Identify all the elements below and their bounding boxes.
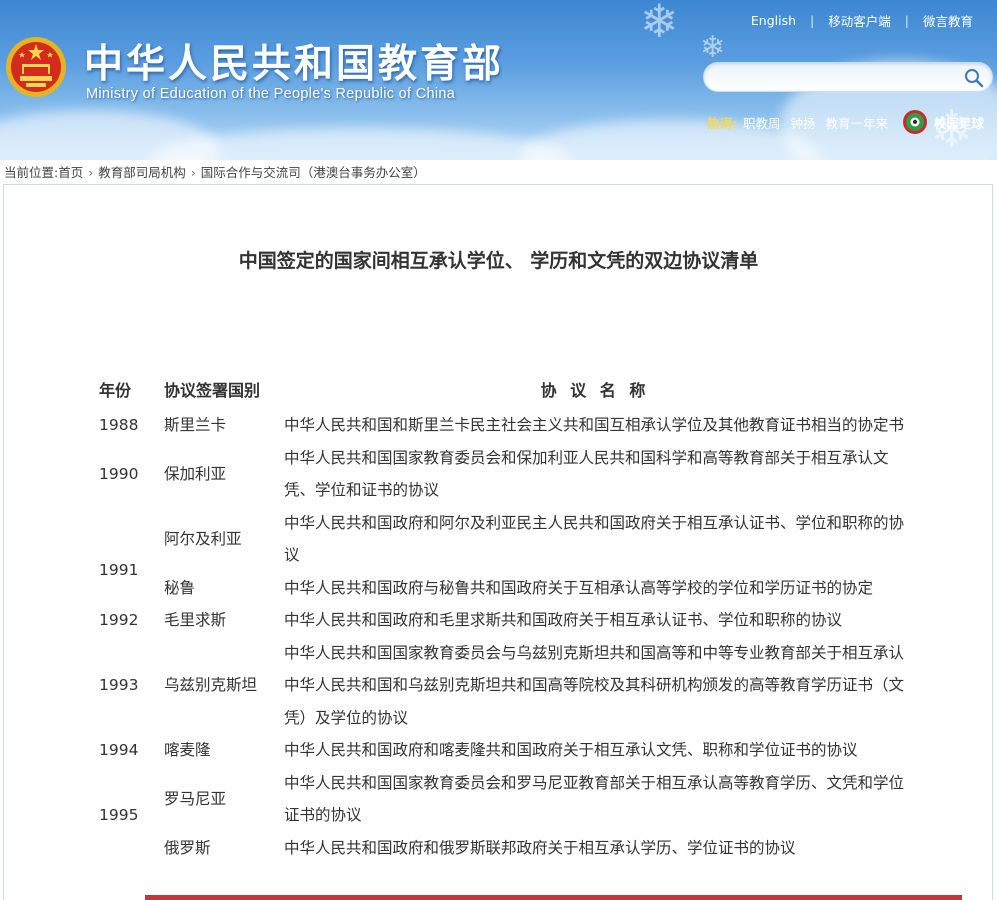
agreement-name-cell: 中华人民共和国政府和阿尔及利亚民主人民共和国政府关于相互承认证书、学位和职称的协…	[284, 513, 905, 565]
hot-word-link[interactable]: 职教周	[743, 113, 781, 132]
table-row: 1993 乌兹别克斯坦 中华人民共和国国家教育委员会与乌兹别克斯坦共和国高等和中…	[86, 637, 906, 735]
country-cell: 斯里兰卡	[164, 416, 227, 434]
agreement-name-cell: 中华人民共和国政府和喀麦隆共和国政府关于相互承认文凭、职称和学位证书的协议	[284, 741, 858, 759]
snowflake-icon: ❄	[640, 0, 679, 48]
top-links: English | 移动客户端 | 微言教育	[751, 11, 973, 30]
column-header-agreement-name: 协 议 名 称	[540, 381, 650, 400]
column-header-year: 年份	[99, 381, 132, 400]
highlight-strip	[145, 895, 962, 900]
breadcrumb: 当前位置:首页 › 教育部司局机构 › 国际合作与交流司（港澳台事务办公室）	[4, 162, 426, 181]
table-row: 1988 斯里兰卡 中华人民共和国和斯里兰卡民主社会主义共和国互相承认学位及其他…	[86, 409, 906, 442]
campus-football-icon[interactable]	[902, 109, 928, 135]
country-cell: 俄罗斯	[164, 838, 211, 857]
agreement-name-cell: 中华人民共和国政府和俄罗斯联邦政府关于相互承认学历、学位证书的协议	[284, 838, 796, 857]
column-header-country: 协议签署国别	[164, 381, 261, 400]
year-cell: 1993	[99, 676, 139, 694]
english-link[interactable]: English	[751, 13, 796, 28]
country-cell: 保加利亚	[164, 464, 227, 483]
hot-word-link[interactable]: 钟扬	[791, 113, 816, 132]
divider: |	[810, 13, 815, 28]
table-row: 1994 喀麦隆 中华人民共和国政府和喀麦隆共和国政府关于相互承认文凭、职称和学…	[86, 734, 906, 767]
agreement-name-cell: 中华人民共和国国家教育委员会与乌兹别克斯坦共和国高等和中等专业教育部关于相互承认…	[284, 643, 905, 727]
hot-words-label: 热词:	[707, 115, 737, 131]
table-row: 秘鲁 中华人民共和国政府与秘鲁共和国政府关于互相承认高等学校的学位和学历证书的协…	[86, 572, 906, 605]
country-cell: 秘鲁	[164, 578, 196, 597]
snowflake-icon: ❄	[700, 30, 726, 65]
year-cell: 1992	[99, 611, 139, 629]
chevron-right-icon: ›	[88, 165, 94, 180]
hot-word-link[interactable]: 教育一年来	[826, 113, 889, 132]
table-row: 1991 阿尔及利亚 中华人民共和国政府和阿尔及利亚民主人民共和国政府关于相互承…	[86, 507, 906, 580]
year-cell: 1995	[99, 806, 139, 824]
agreement-name-cell: 中华人民共和国政府和毛里求斯共和国政府关于相互承认证书、学位和职称的协议	[284, 611, 843, 629]
agreements-table: 年份 协议签署国别 协 议 名 称 1988 斯里兰卡 中华人民共和国和斯里兰卡…	[86, 369, 906, 864]
year-cell: 1991	[99, 561, 139, 579]
year-cell: 1988	[99, 416, 139, 434]
country-cell: 乌兹别克斯坦	[164, 676, 258, 694]
table-row: 1995 罗马尼亚 中华人民共和国国家教育委员会和罗马尼亚教育部关于相互承认高等…	[86, 767, 906, 832]
search-icon[interactable]	[964, 68, 984, 88]
divider: |	[904, 13, 909, 28]
hot-words: 热词: 职教周 钟扬 教育一年来 校园足球	[707, 109, 984, 135]
table-header-row: 年份 协议签署国别 协 议 名 称	[86, 369, 906, 409]
country-cell: 阿尔及利亚	[164, 529, 242, 548]
search-input[interactable]	[718, 67, 948, 87]
site-subtitle: Ministry of Education of the People's Re…	[86, 86, 456, 102]
chevron-right-icon: ›	[190, 165, 196, 180]
breadcrumb-link-international-dept[interactable]: 国际合作与交流司（港澳台事务办公室）	[201, 165, 426, 180]
agreement-name-cell: 中华人民共和国国家教育委员会和罗马尼亚教育部关于相互承认高等教育学历、文凭和学位…	[284, 773, 905, 825]
breadcrumb-prefix: 当前位置:	[4, 165, 59, 180]
country-cell: 毛里求斯	[164, 611, 227, 629]
search-box	[703, 62, 993, 92]
year-cell: 1990	[99, 464, 139, 483]
country-cell: 罗马尼亚	[164, 789, 227, 808]
agreement-name-cell: 中华人民共和国政府与秘鲁共和国政府关于互相承认高等学校的学位和学历证书的协定	[284, 578, 874, 597]
breadcrumb-link-departments[interactable]: 教育部司局机构	[98, 165, 186, 180]
cloud-decoration	[150, 128, 570, 160]
national-emblem-icon	[6, 37, 66, 97]
campus-football-link[interactable]: 校园足球	[934, 113, 984, 132]
weiyan-education-link[interactable]: 微言教育	[923, 11, 973, 30]
site-header: ❄ ❄ ❄ 中华人民共和国教育部 Ministry of Education o…	[0, 0, 997, 160]
table-row: 1990 保加利亚 中华人民共和国国家教育委员会和保加利亚人民共和国科学和高等教…	[86, 442, 906, 507]
site-title: 中华人民共和国教育部	[84, 42, 505, 87]
country-cell: 喀麦隆	[164, 741, 211, 759]
page-title: 中国签定的国家间相互承认学位、 学历和文凭的双边协议清单	[238, 250, 759, 272]
breadcrumb-link-home[interactable]: 首页	[58, 165, 83, 180]
table-row: 俄罗斯 中华人民共和国政府和俄罗斯联邦政府关于相互承认学历、学位证书的协议	[86, 832, 906, 865]
mobile-client-link[interactable]: 移动客户端	[828, 11, 891, 30]
agreement-name-cell: 中华人民共和国国家教育委员会和保加利亚人民共和国科学和高等教育部关于相互承认文凭…	[284, 448, 889, 500]
agreement-name-cell: 中华人民共和国和斯里兰卡民主社会主义共和国互相承认学位及其他教育证书相当的协定书	[284, 416, 905, 434]
year-cell: 1994	[99, 741, 139, 759]
table-row: 1992 毛里求斯 中华人民共和国政府和毛里求斯共和国政府关于相互承认证书、学位…	[86, 604, 906, 637]
